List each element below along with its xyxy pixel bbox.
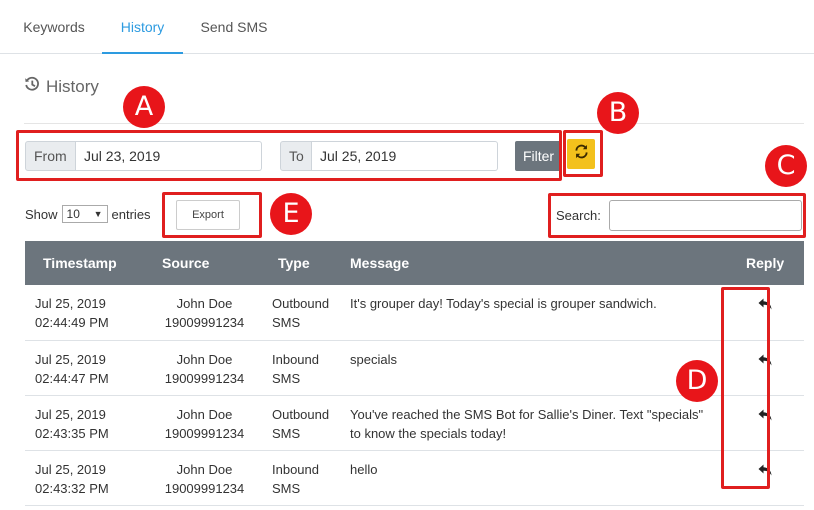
timestamp-cell: Jul 25, 2019 02:43:35 PM — [25, 395, 147, 451]
type-channel: SMS — [272, 480, 301, 496]
type-cell: Inbound SMS — [262, 450, 340, 506]
source-name: John Doe — [176, 351, 233, 367]
source-number: 19009991234 — [164, 315, 245, 330]
message-cell: hello — [340, 450, 726, 506]
source-cell: John Doe 19009991234 — [147, 285, 262, 341]
type-cell: Outbound SMS — [262, 395, 340, 451]
callout-box-a — [16, 130, 562, 181]
app-root: Keywords History Send SMS History From J… — [0, 0, 814, 510]
column-header-reply: Reply — [726, 241, 804, 285]
source-name: John Doe — [176, 296, 233, 311]
timestamp-cell: Jul 25, 2019 02:44:49 PM — [25, 285, 147, 341]
type-channel: SMS — [272, 425, 301, 441]
column-header-type[interactable]: Type — [262, 241, 340, 285]
type-direction: Outbound — [272, 296, 330, 311]
table-row: Jul 25, 2019 02:43:32 PM John Doe 19009991… — [25, 450, 804, 506]
tab-history[interactable]: History — [102, 0, 183, 54]
source-number: 19009991234 — [164, 425, 245, 441]
source-cell: John Doe 19009991234 — [147, 395, 262, 451]
timestamp-date: Jul 25, 2019 — [35, 296, 106, 311]
callout-box-e — [162, 192, 262, 238]
page-title-wrap: History — [24, 76, 99, 97]
column-header-source[interactable]: Source — [147, 241, 262, 285]
message-cell: It's grouper day! Today's special is gro… — [340, 285, 726, 341]
timestamp-cell: Jul 25, 2019 02:43:32 PM — [25, 450, 147, 506]
entries-select[interactable]: 10 ▼ — [61, 205, 108, 223]
tab-keywords[interactable]: Keywords — [8, 0, 100, 54]
entries-value: 10 — [66, 207, 80, 221]
show-label: Show — [25, 206, 58, 222]
entries-label: entries — [111, 206, 151, 222]
table-row: Jul 25, 2019 02:44:49 PM John Doe 19009991… — [25, 285, 804, 341]
timestamp-time: 02:43:35 PM — [35, 425, 109, 441]
timestamp-time: 02:44:47 PM — [35, 370, 109, 386]
history-icon — [24, 76, 40, 97]
type-channel: SMS — [272, 315, 301, 330]
type-direction: Inbound — [272, 461, 319, 477]
column-header-timestamp[interactable]: Timestamp — [25, 241, 147, 285]
tab-bar: Keywords History Send SMS — [0, 0, 814, 54]
source-name: John Doe — [176, 461, 233, 477]
tab-send-sms[interactable]: Send SMS — [187, 0, 281, 54]
callout-box-c — [548, 193, 806, 238]
page-title: History — [46, 76, 99, 96]
source-cell: John Doe 19009991234 — [147, 450, 262, 506]
message-cell: You've reached the SMS Bot for Sallie's … — [340, 395, 726, 451]
column-header-message[interactable]: Message — [340, 241, 726, 285]
callout-box-b — [563, 130, 603, 177]
callout-label-d: D — [676, 360, 718, 402]
callout-label-a: A — [123, 86, 165, 128]
timestamp-date: Jul 25, 2019 — [35, 406, 106, 422]
source-name: John Doe — [176, 406, 233, 422]
source-number: 19009991234 — [164, 370, 245, 386]
timestamp-date: Jul 25, 2019 — [35, 351, 106, 367]
source-number: 19009991234 — [164, 480, 245, 496]
timestamp-date: Jul 25, 2019 — [35, 461, 106, 477]
callout-label-b: B — [597, 92, 639, 134]
timestamp-time: 02:43:32 PM — [35, 480, 109, 496]
message-cell: specials — [340, 340, 726, 396]
table-header-row: Timestamp Source Type Message Reply — [25, 241, 804, 285]
source-cell: John Doe 19009991234 — [147, 340, 262, 396]
type-direction: Inbound — [272, 351, 319, 367]
timestamp-time: 02:44:49 PM — [35, 315, 109, 330]
callout-box-d — [721, 287, 770, 489]
type-channel: SMS — [272, 370, 301, 386]
type-cell: Outbound SMS — [262, 285, 340, 341]
type-cell: Inbound SMS — [262, 340, 340, 396]
callout-label-e: E — [270, 193, 312, 235]
timestamp-cell: Jul 25, 2019 02:44:47 PM — [25, 340, 147, 396]
type-direction: Outbound — [272, 406, 330, 422]
table-row: Jul 25, 2019 02:43:35 PM John Doe 19009991… — [25, 395, 804, 451]
entries-control: Show 10 ▼ entries — [25, 205, 151, 223]
callout-label-c: C — [765, 145, 807, 187]
chevron-down-icon: ▼ — [93, 209, 103, 219]
